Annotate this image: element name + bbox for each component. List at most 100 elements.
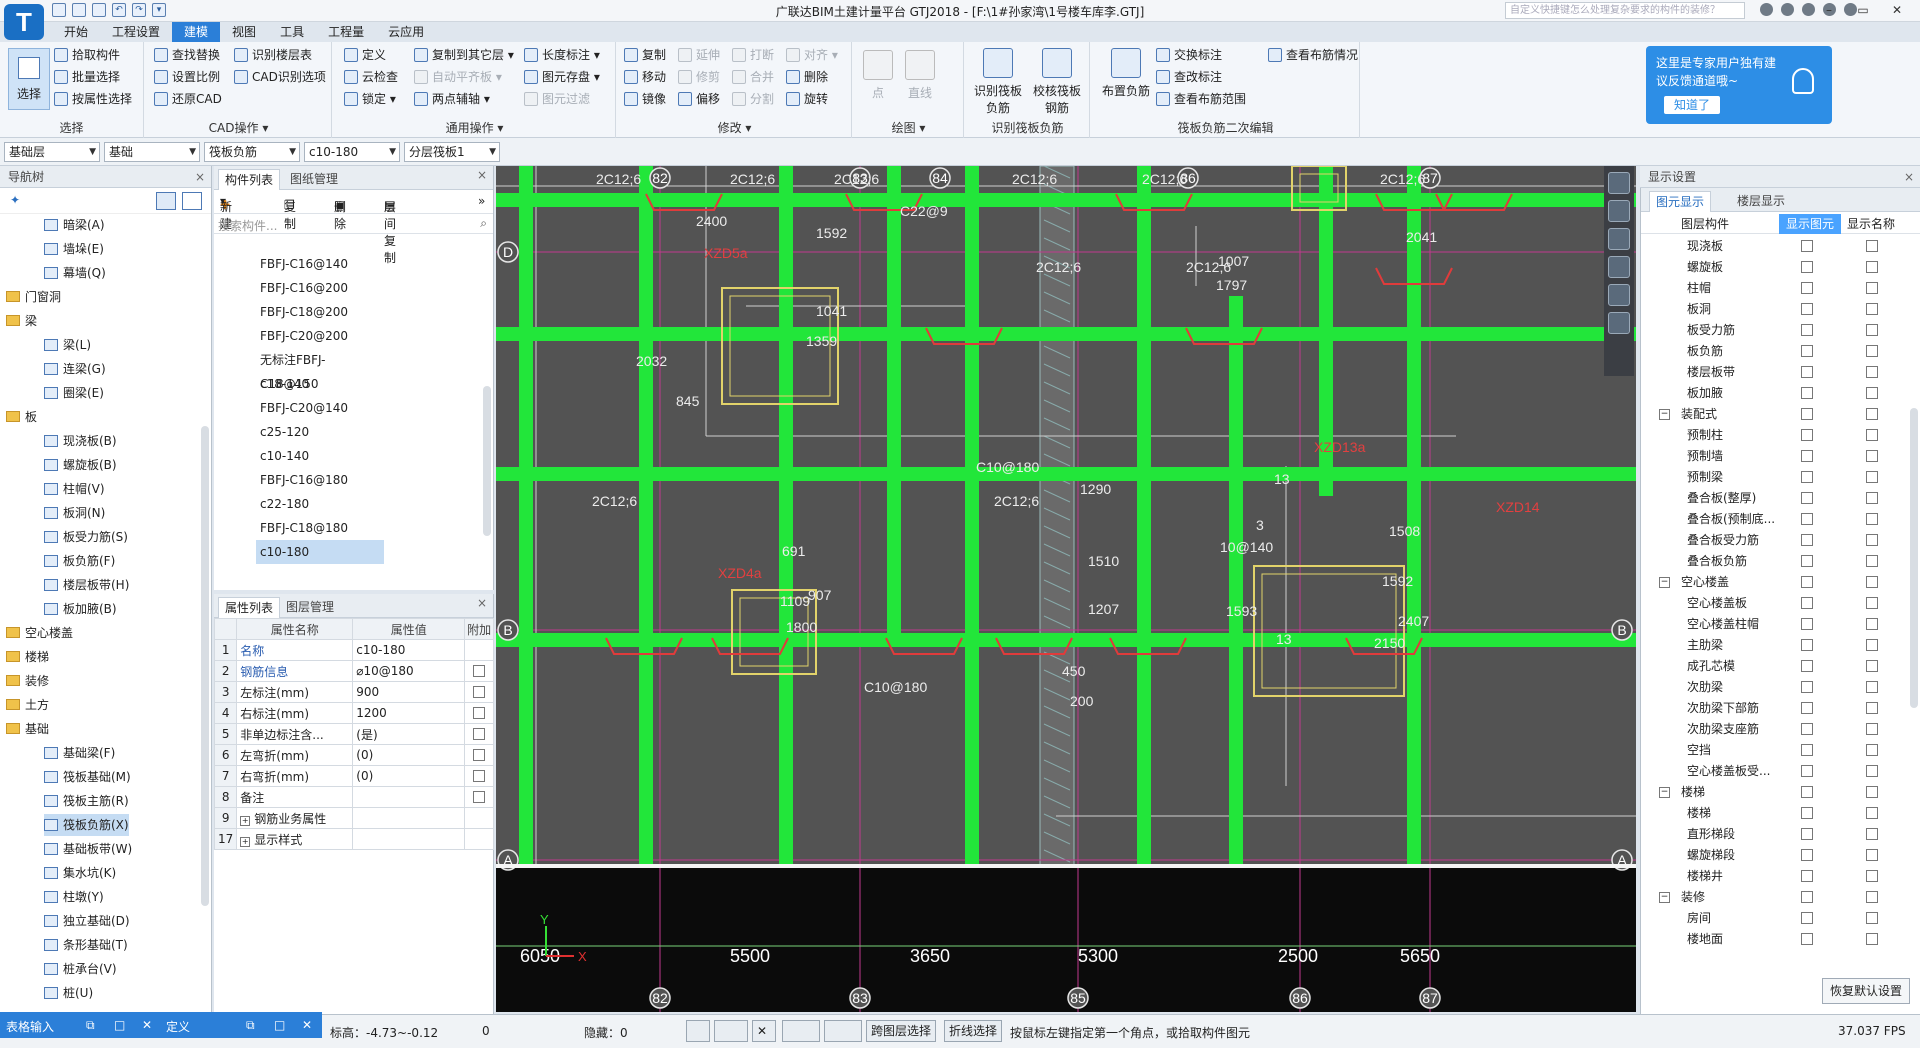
app-logo[interactable]: T [4,4,44,40]
offset-mode-icon[interactable] [824,1020,862,1042]
close-icon[interactable]: × [1904,166,1914,188]
show-name-checkbox[interactable] [1866,387,1878,399]
show-name-checkbox[interactable] [1866,681,1878,693]
display-row[interactable]: 柱帽 [1641,278,1909,299]
show-element-checkbox[interactable] [1801,597,1813,609]
close-icon[interactable]: ✕ [302,1018,312,1032]
tab-element-display[interactable]: 图元显示 [1649,191,1712,212]
nav-folder[interactable]: 门窗洞 [6,286,61,308]
show-name-checkbox[interactable] [1866,282,1878,294]
split-button[interactable]: 分割 [732,90,774,108]
nav-folder[interactable]: 梁 [6,310,37,332]
align-button[interactable]: 对齐 ▾ [786,46,838,64]
nav-item[interactable]: 板受力筋(S) [44,526,128,548]
menu-quantity[interactable]: 工程量 [316,22,376,42]
nav-item[interactable]: 基础梁(F) [44,742,115,764]
save-element-button[interactable]: 图元存盘 ▾ [524,68,600,86]
menu-view[interactable]: 视图 [220,22,268,42]
find-replace-button[interactable]: 查找替换 [154,46,220,64]
show-element-checkbox[interactable] [1801,513,1813,525]
modify-label-button[interactable]: 查改标注 [1156,68,1222,86]
view-box-icon[interactable] [1608,256,1630,278]
checkbox[interactable] [473,770,486,782]
nav-item[interactable]: 柱帽(V) [44,478,105,500]
display-row[interactable]: 空心楼盖板受... [1641,761,1909,782]
show-name-checkbox[interactable] [1866,849,1878,861]
show-element-checkbox[interactable] [1801,870,1813,882]
display-group-row[interactable]: − 空心楼盖 [1641,572,1909,593]
show-element-checkbox[interactable] [1801,723,1813,735]
show-name-checkbox[interactable] [1866,408,1878,420]
attribute-value[interactable]: c10-180 [352,639,466,661]
tab-drawing-mgmt[interactable]: 图纸管理 [284,169,344,190]
component-scrollbar[interactable] [483,386,491,536]
attribute-row[interactable]: 4 右标注(mm) 1200 [213,702,494,724]
nav-item[interactable]: 独立基础(D) [44,910,130,932]
restore-default-button[interactable]: 恢复默认设置 [1822,978,1910,1004]
nav-item[interactable]: 筏板主筋(R) [44,790,129,812]
component-item[interactable]: FBFJ-C20@140 [256,396,384,420]
user-icon[interactable] [1760,3,1773,16]
nav-item[interactable]: 条形基础(T) [44,934,128,956]
component-item[interactable]: FBFJ-C18@200 [256,300,384,324]
show-element-checkbox[interactable] [1801,618,1813,630]
two-point-axis-button[interactable]: 两点辅轴 ▾ [414,90,490,108]
show-name-checkbox[interactable] [1866,576,1878,588]
display-row[interactable]: 次肋梁下部筋 [1641,698,1909,719]
attribute-row[interactable]: 17 + 显示样式 [213,828,494,850]
show-name-checkbox[interactable] [1866,261,1878,273]
display-row[interactable]: 直形梯段 [1641,824,1909,845]
grid-view-icon[interactable] [182,192,202,210]
show-name-checkbox[interactable] [1866,450,1878,462]
close-icon[interactable]: × [477,596,487,610]
float-icon[interactable]: ⧉ [246,1018,255,1033]
collapse-icon[interactable]: − [1659,787,1670,798]
table-input-tab[interactable]: 表格输入 [6,1018,54,1035]
show-element-checkbox[interactable] [1801,828,1813,840]
break-button[interactable]: 打断 [732,46,774,64]
view-rebar-range-button[interactable]: 查看布筋范围 [1156,90,1246,108]
trim-button[interactable]: 修剪 [678,68,720,86]
attribute-row[interactable]: 3 左标注(mm) 900 [213,681,494,703]
display-row[interactable]: 房间 [1641,908,1909,929]
nav-item[interactable]: 暗梁(A) [44,214,105,236]
tab-component-list[interactable]: 构件列表 [218,169,281,190]
show-element-checkbox[interactable] [1801,849,1813,861]
display-row[interactable]: 螺旋梯段 [1641,845,1909,866]
attribute-row[interactable]: 8 备注 [213,786,494,808]
nav-item[interactable]: 柱墩(Y) [44,886,104,908]
component-search[interactable]: 搜索构件... ⌕ [214,214,493,234]
attribute-row[interactable]: 2 钢筋信息 ⌀10@180 [213,660,494,682]
show-element-checkbox[interactable] [1801,492,1813,504]
display-group-row[interactable]: − 装配式 [1641,404,1909,425]
display-row[interactable]: 空心楼盖板 [1641,593,1909,614]
view-rebar-status-button[interactable]: 查看布筋情况 [1268,46,1358,64]
show-element-checkbox[interactable] [1801,555,1813,567]
show-name-checkbox[interactable] [1866,534,1878,546]
view-3d-icon[interactable] [1608,200,1630,222]
collapse-icon[interactable]: − [1659,409,1670,420]
identify-floor-table-button[interactable]: 识别楼层表 [234,46,312,64]
layers-icon[interactable] [1608,312,1630,334]
show-element-checkbox[interactable] [1801,324,1813,336]
display-row[interactable]: 现浇板 [1641,236,1909,257]
component-combo[interactable]: c10-180 ▼ [304,142,400,162]
show-element-checkbox[interactable] [1801,912,1813,924]
checkbox[interactable] [473,707,486,719]
swap-label-button[interactable]: 交换标注 [1156,46,1222,64]
minimize-button[interactable]: – [1812,0,1846,20]
display-row[interactable]: 板受力筋 [1641,320,1909,341]
nav-item[interactable]: 连梁(G) [44,358,106,380]
list-view-icon[interactable] [156,192,176,210]
checkbox[interactable] [473,686,486,698]
show-name-checkbox[interactable] [1866,660,1878,672]
attribute-value[interactable]: 900 [352,681,466,703]
show-name-checkbox[interactable] [1866,639,1878,651]
close-button[interactable]: ✕ [1880,0,1914,20]
set-scale-button[interactable]: 设置比例 [154,68,220,86]
nav-item[interactable]: 筏板基础(M) [44,766,131,788]
attribute-value[interactable]: (是) [352,723,466,745]
show-element-checkbox[interactable] [1801,681,1813,693]
nav-item[interactable]: 板加腋(B) [44,598,117,620]
attribute-row[interactable]: 6 左弯折(mm) (0) [213,744,494,766]
